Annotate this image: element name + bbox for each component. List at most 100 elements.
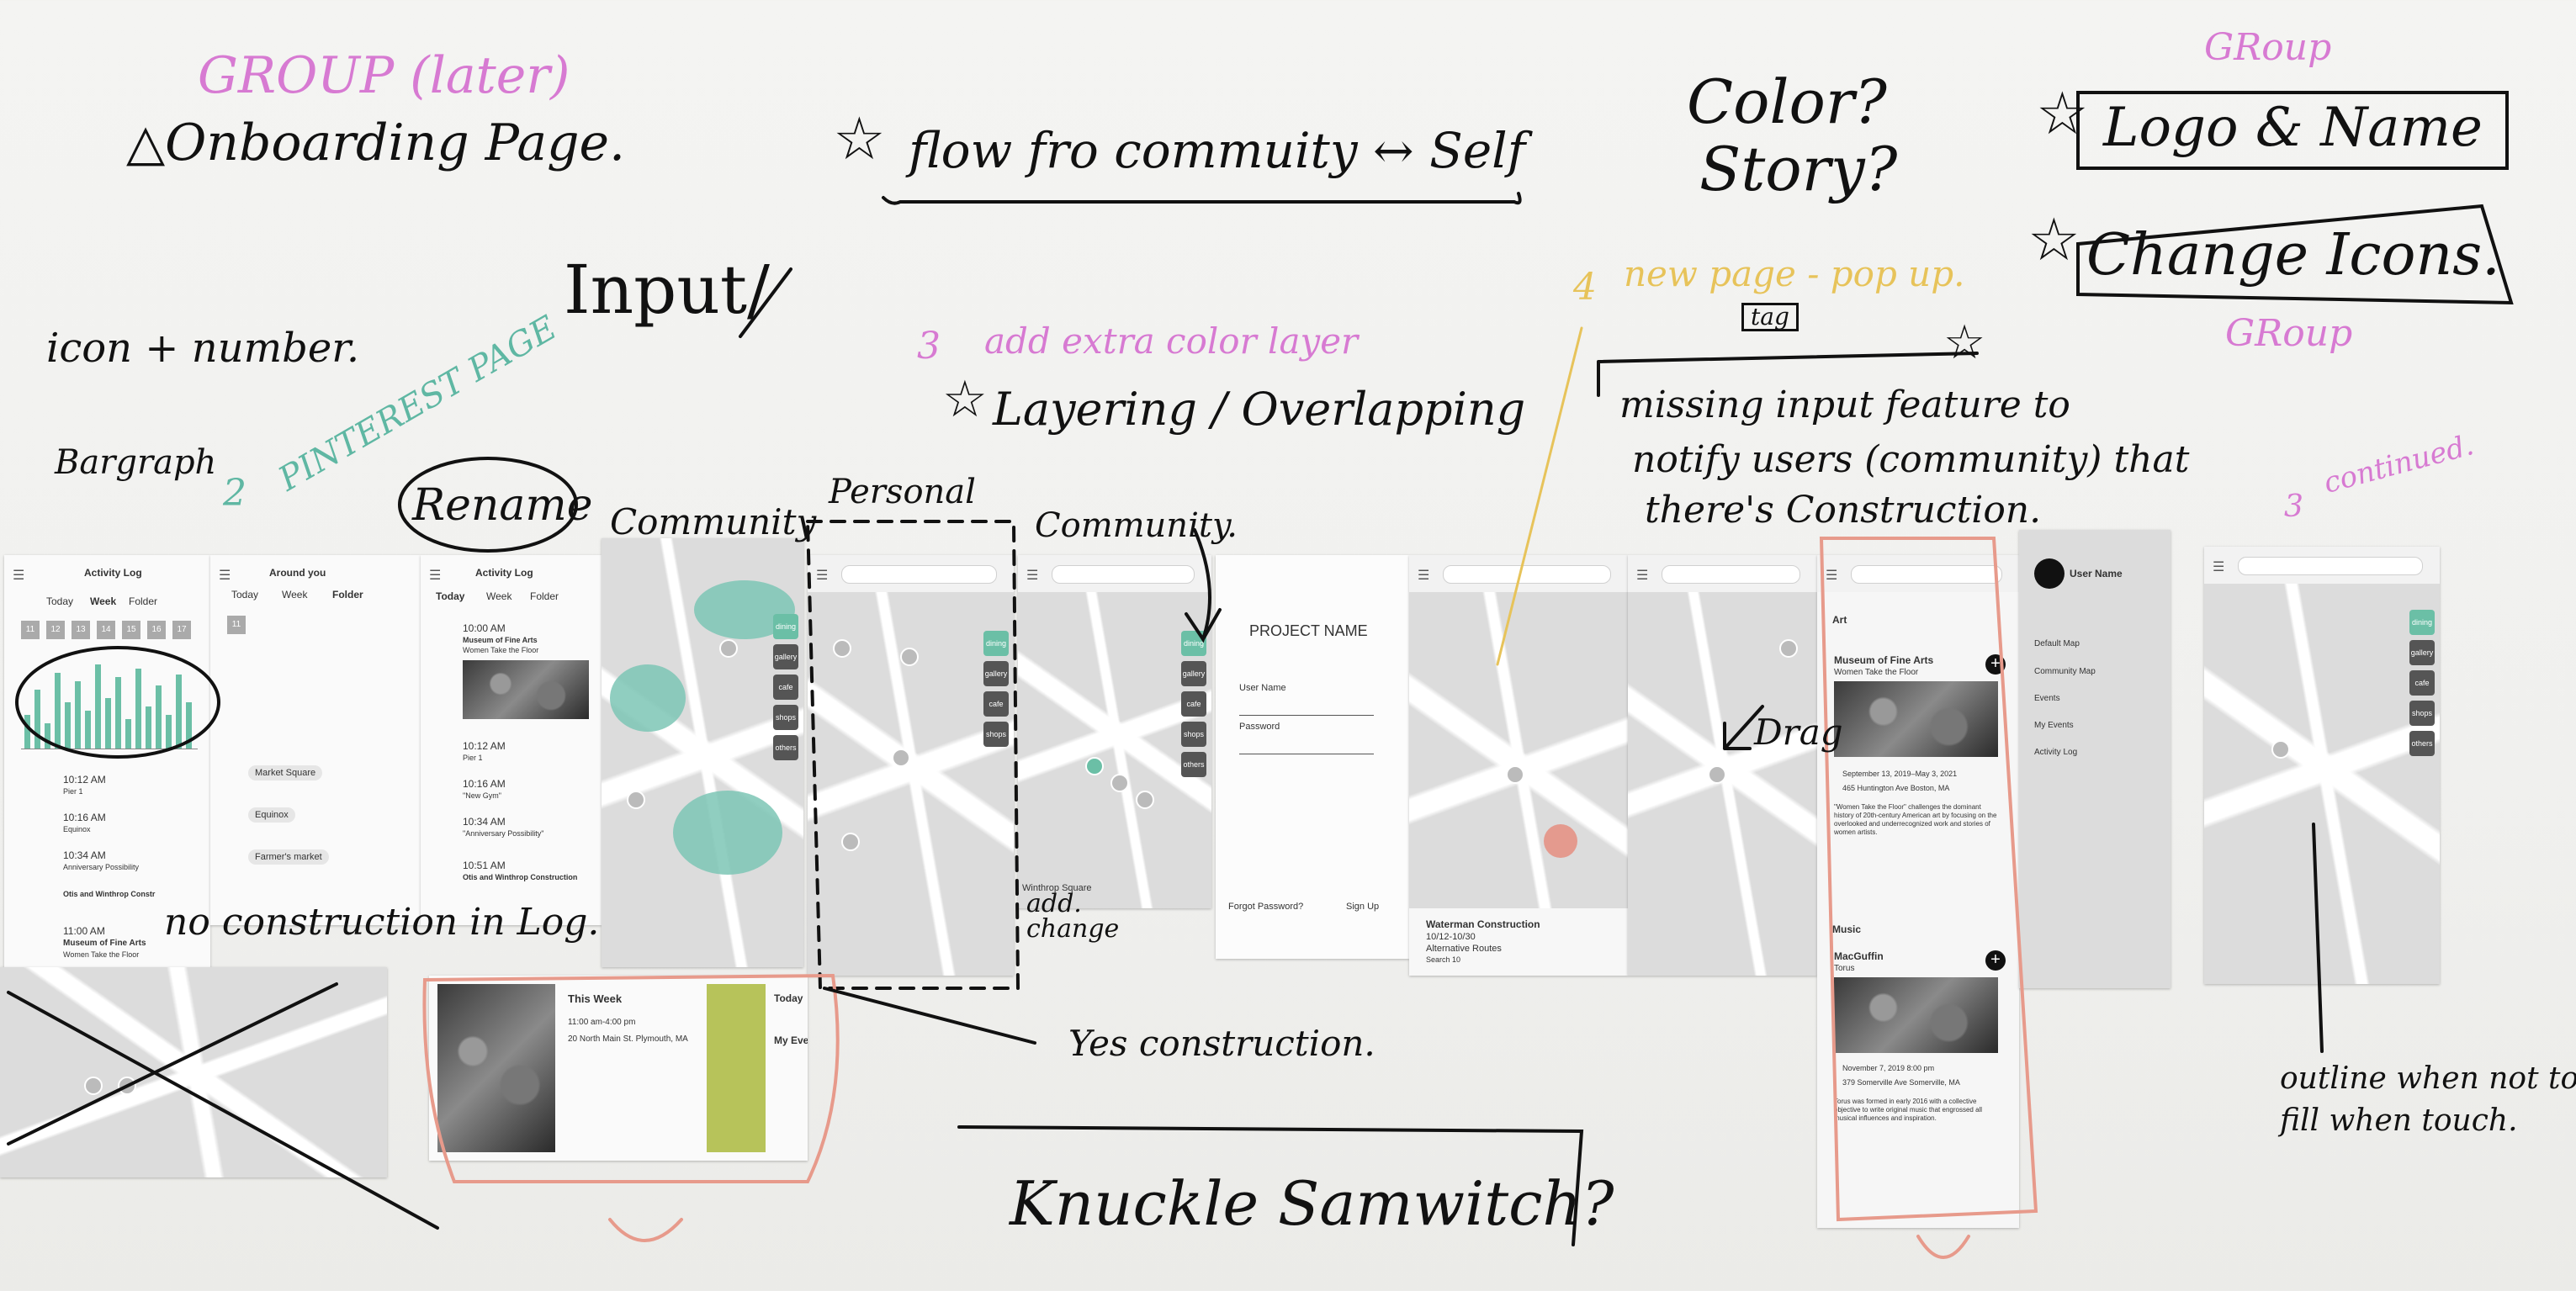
entry-label[interactable]: Anniversary Possibility — [63, 863, 139, 871]
menu-item[interactable]: Community Map — [2034, 667, 2096, 676]
day-cell[interactable]: 11 — [227, 616, 246, 634]
category-others[interactable]: others — [1181, 752, 1206, 777]
category-gallery[interactable]: gallery — [1181, 661, 1206, 686]
my-events-heading[interactable]: My Events — [774, 1034, 808, 1046]
menu-item[interactable]: My Events — [2034, 721, 2074, 730]
category-dining[interactable]: dining — [2409, 610, 2435, 635]
search-input[interactable] — [1443, 565, 1611, 584]
category-shops[interactable]: shops — [2409, 701, 2435, 726]
username-field[interactable] — [1239, 715, 1374, 716]
search-input[interactable] — [841, 565, 997, 584]
entry-label[interactable]: Museum of Fine Arts — [463, 636, 538, 644]
entry-label[interactable]: Pier 1 — [463, 754, 483, 762]
map-pin[interactable] — [84, 1077, 103, 1095]
tab-folder[interactable]: Folder — [129, 595, 157, 607]
map-pin[interactable] — [719, 639, 738, 658]
category-dining[interactable]: dining — [983, 631, 1009, 656]
construction-card[interactable]: Waterman Construction 10/12-10/30 Altern… — [1409, 908, 1628, 976]
day-cell[interactable]: 12 — [46, 621, 65, 639]
map-pin[interactable] — [833, 639, 851, 658]
map-pin[interactable] — [1110, 774, 1129, 792]
menu-item[interactable]: Events — [2034, 694, 2060, 703]
event-photo — [1834, 977, 1998, 1053]
category-others[interactable]: others — [773, 735, 798, 760]
search-input[interactable] — [1851, 565, 2002, 584]
map-pin[interactable] — [1708, 765, 1726, 784]
category-gallery[interactable]: gallery — [773, 644, 798, 669]
day-cell[interactable]: 16 — [147, 621, 166, 639]
tab-week[interactable]: Week — [282, 589, 307, 601]
map-pin[interactable] — [892, 749, 910, 767]
category-dining[interactable]: dining — [773, 614, 798, 639]
tab-week[interactable]: Week — [90, 595, 116, 607]
menu-icon[interactable]: ☰ — [429, 567, 441, 584]
day-cell[interactable]: 15 — [122, 621, 140, 639]
note-add-change: add. change — [1026, 889, 1120, 944]
entry-label[interactable]: "Anniversary Possibility" — [463, 829, 543, 838]
map-pin[interactable] — [118, 1077, 136, 1095]
menu-item[interactable]: Default Map — [2034, 639, 2080, 648]
category-gallery[interactable]: gallery — [983, 661, 1009, 686]
place-pill[interactable]: Market Square — [248, 765, 323, 780]
place-pill[interactable]: Equinox — [248, 807, 295, 823]
today-heading[interactable]: Today — [774, 992, 803, 1004]
day-cell[interactable]: 14 — [97, 621, 115, 639]
menu-icon[interactable]: ☰ — [1418, 567, 1429, 584]
search-input[interactable] — [2238, 557, 2423, 575]
top-bar: ☰ — [2204, 547, 2440, 584]
map-pin[interactable] — [900, 648, 919, 666]
map-pin[interactable] — [627, 791, 645, 809]
alt-routes[interactable]: Alternative Routes — [1426, 944, 1502, 954]
tab-today[interactable]: Today — [231, 589, 258, 601]
entry-label[interactable]: Otis and Winthrop Construction — [463, 873, 577, 881]
category-cafe[interactable]: cafe — [2409, 670, 2435, 696]
menu-icon[interactable]: ☰ — [2213, 558, 2224, 575]
entry-label[interactable]: "New Gym" — [463, 791, 501, 800]
sign-up-link[interactable]: Sign Up — [1346, 902, 1379, 912]
entry-label[interactable]: Otis and Winthrop Constr — [63, 890, 155, 898]
event-title[interactable]: Museum of Fine Arts — [1834, 654, 1933, 666]
entry-label[interactable]: Equinox — [63, 825, 91, 833]
category-cafe[interactable]: cafe — [1181, 691, 1206, 717]
search-input[interactable] — [1052, 565, 1195, 584]
map-pin[interactable] — [1506, 765, 1524, 784]
category-shops[interactable]: shops — [773, 705, 798, 730]
place-pill[interactable]: Farmer's market — [248, 849, 329, 865]
category-dining[interactable]: dining — [1181, 631, 1206, 656]
tab-today[interactable]: Today — [436, 590, 464, 602]
entry-time: 10:16 AM — [63, 812, 106, 823]
entry-label[interactable]: Pier 1 — [63, 787, 83, 796]
map-pin[interactable] — [841, 833, 860, 851]
tab-today[interactable]: Today — [46, 595, 73, 607]
tab-week[interactable]: Week — [486, 590, 511, 602]
entry-label[interactable]: Museum of Fine Arts — [63, 939, 146, 948]
category-gallery[interactable]: gallery — [2409, 640, 2435, 665]
map-pin[interactable] — [1779, 639, 1798, 658]
menu-icon[interactable]: ☰ — [1636, 567, 1648, 584]
category-others[interactable]: others — [2409, 731, 2435, 756]
map-pin[interactable] — [1085, 757, 1104, 775]
category-shops[interactable]: shops — [983, 722, 1009, 747]
add-event-button[interactable]: + — [1985, 654, 2006, 675]
day-cell[interactable]: 17 — [172, 621, 191, 639]
forgot-password-link[interactable]: Forgot Password? — [1228, 902, 1303, 912]
menu-icon[interactable]: ☰ — [1826, 567, 1837, 584]
event-title[interactable]: MacGuffin — [1834, 950, 1884, 962]
menu-item[interactable]: Activity Log — [2034, 748, 2077, 757]
map-pin[interactable] — [1136, 791, 1154, 809]
category-cafe[interactable]: cafe — [983, 691, 1009, 717]
construction-marker[interactable] — [1544, 824, 1577, 858]
map-pin[interactable] — [2271, 740, 2290, 759]
search-input[interactable] — [1662, 565, 1800, 584]
add-event-button[interactable]: + — [1985, 950, 2006, 971]
day-cell[interactable]: 11 — [21, 621, 40, 639]
tab-folder[interactable]: Folder — [530, 590, 559, 602]
menu-icon[interactable]: ☰ — [1026, 567, 1038, 584]
menu-icon[interactable]: ☰ — [219, 567, 231, 584]
menu-icon[interactable]: ☰ — [13, 567, 24, 584]
category-cafe[interactable]: cafe — [773, 675, 798, 700]
category-shops[interactable]: shops — [1181, 722, 1206, 747]
tab-folder[interactable]: Folder — [332, 589, 363, 601]
menu-icon[interactable]: ☰ — [816, 567, 828, 584]
day-cell[interactable]: 13 — [72, 621, 90, 639]
